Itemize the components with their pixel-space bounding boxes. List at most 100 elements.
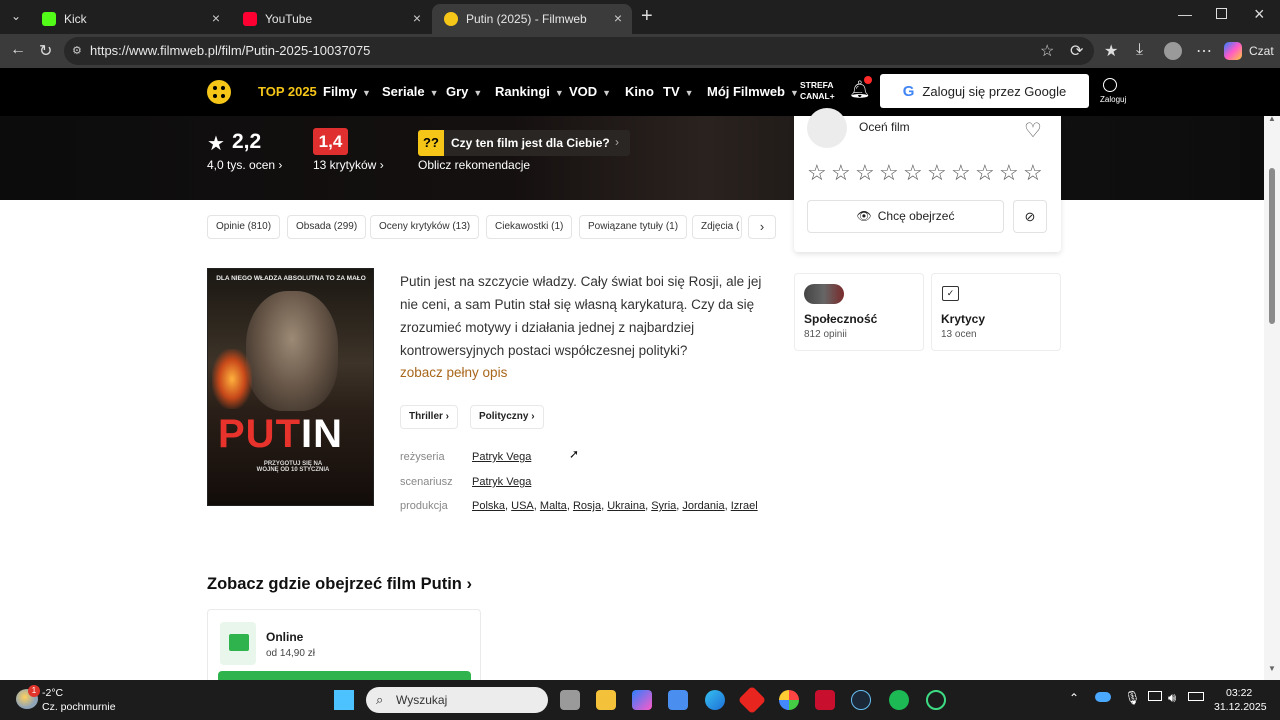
country-link[interactable]: Rosja [573, 500, 601, 512]
copilot-label[interactable]: Czat [1249, 44, 1274, 58]
nav-kino[interactable]: Kino [625, 84, 654, 99]
google-login-button[interactable]: G Zaloguj się przez Google [880, 74, 1089, 108]
onedrive-icon[interactable] [1095, 692, 1111, 702]
rating-star[interactable]: ☆ [807, 160, 827, 186]
app-red-icon[interactable] [737, 685, 767, 715]
app-colorful-icon[interactable] [779, 690, 799, 710]
spotify-icon[interactable] [889, 690, 909, 710]
store-icon[interactable] [668, 690, 688, 710]
rating-star[interactable]: ☆ [927, 160, 947, 186]
nav-moj-filmweb[interactable]: Mój Filmweb ▼ [707, 84, 799, 99]
tab-youtube[interactable]: YouTube × [231, 4, 431, 34]
country-link[interactable]: Malta [540, 500, 567, 512]
reload-icon[interactable]: ↻ [39, 41, 52, 61]
filmweb-logo[interactable] [207, 80, 231, 104]
app-ring-icon[interactable] [926, 690, 946, 710]
chip-oceny-krytykow[interactable]: Oceny krytyków (13) [370, 215, 480, 239]
writer-link[interactable]: Patryk Vega [472, 476, 531, 488]
extensions-icon[interactable]: ⟳ [1070, 41, 1083, 61]
chevron-up-icon[interactable]: ⌃ [1069, 691, 1079, 705]
where-to-watch-heading[interactable]: Zobacz gdzie obejrzeć film Putin › [207, 575, 472, 594]
clock-time[interactable]: 03:22 [1226, 687, 1252, 699]
close-icon[interactable]: × [212, 10, 220, 26]
rating-star[interactable]: ☆ [999, 160, 1019, 186]
scroll-up-icon[interactable]: ▲ [1268, 114, 1276, 123]
nav-vod[interactable]: VOD ▼ [569, 84, 611, 99]
ratings-count-link[interactable]: 4,0 tys. ocen › [207, 158, 282, 172]
country-link[interactable]: Polska [472, 500, 505, 512]
chip-opinie[interactable]: Opinie (810) [207, 215, 281, 239]
nav-seriale[interactable]: Seriale ▼ [382, 84, 439, 99]
taskbar-search[interactable]: ⌕ Wyszukaj [366, 687, 548, 713]
maximize-icon[interactable] [1216, 8, 1227, 19]
tab-filmweb[interactable]: Putin (2025) - Filmweb × [432, 4, 632, 34]
battery-icon[interactable] [1188, 692, 1204, 701]
copilot-app-icon[interactable] [632, 690, 652, 710]
rating-star[interactable]: ☆ [951, 160, 971, 186]
want-to-watch-button[interactable]: 👁︎ Chcę obejrzeć [807, 200, 1004, 233]
nav-tv[interactable]: TV ▼ [663, 84, 694, 99]
rating-star[interactable]: ☆ [831, 160, 851, 186]
start-icon[interactable] [334, 690, 354, 710]
strefa-canal-link[interactable]: STREFA CANAL+ [800, 80, 850, 102]
rating-star[interactable]: ☆ [1023, 160, 1043, 186]
mcafee-icon[interactable] [815, 690, 835, 710]
nav-gry[interactable]: Gry ▼ [446, 84, 482, 99]
new-tab-icon[interactable]: + [641, 5, 653, 28]
file-explorer-icon[interactable] [596, 690, 616, 710]
rating-star[interactable]: ☆ [903, 160, 923, 186]
tab-kick[interactable]: Kick × [30, 4, 230, 34]
community-card[interactable]: Społeczność 812 opinii [794, 273, 924, 351]
director-link[interactable]: Patryk Vega [472, 451, 531, 463]
chip-zdjecia[interactable]: Zdjęcia ( [692, 215, 742, 239]
nav-filmy[interactable]: Filmy ▼ [323, 84, 371, 99]
network-icon[interactable] [1148, 691, 1162, 701]
scroll-thumb[interactable] [1269, 168, 1275, 324]
edge-icon[interactable] [705, 690, 725, 710]
scroll-down-icon[interactable]: ▼ [1268, 664, 1276, 673]
country-link[interactable]: Ukraina [607, 500, 645, 512]
close-icon[interactable]: × [413, 10, 421, 26]
volume-icon[interactable]: 🔊︎ [1168, 690, 1176, 706]
critics-card[interactable]: ✓ Krytycy 13 ocen [931, 273, 1061, 351]
downloads-icon[interactable]: ⤓ [1136, 41, 1143, 59]
see-more-link[interactable]: zobacz pełny opis [400, 365, 507, 380]
rating-star[interactable]: ☆ [975, 160, 995, 186]
movie-poster[interactable]: DLA NIEGO WŁADZA ABSOLUTNA TO ZA MAŁO PU… [207, 268, 374, 506]
steam-icon[interactable] [851, 690, 871, 710]
chips-next-button[interactable]: › [748, 215, 776, 239]
profile-avatar[interactable] [1164, 42, 1182, 60]
clock-date[interactable]: 31.12.2025 [1214, 701, 1267, 713]
favorites-icon[interactable]: ★ [1104, 41, 1118, 61]
nav-rankingi[interactable]: Rankingi ▼ [495, 84, 564, 99]
url-input[interactable]: ⚙ https://www.filmweb.pl/film/Putin-2025… [64, 37, 1094, 65]
country-link[interactable]: USA [511, 500, 534, 512]
rating-star[interactable]: ☆ [879, 160, 899, 186]
user-icon[interactable] [1103, 78, 1117, 92]
nav-top-2025[interactable]: TOP 2025 [258, 84, 317, 99]
close-icon[interactable]: × [614, 10, 622, 26]
country-link[interactable]: Jordania [682, 500, 724, 512]
genre-thriller[interactable]: Thriller › [400, 405, 459, 429]
close-window-icon[interactable]: × [1254, 4, 1265, 25]
recommendation-button[interactable]: ?? Czy ten film jest dla Ciebie? › [418, 130, 630, 156]
page-scrollbar[interactable]: ▲ ▼ [1264, 114, 1280, 680]
genre-polityczny[interactable]: Polityczny › [470, 405, 544, 429]
favorite-icon[interactable]: ☆ [1040, 41, 1054, 61]
back-icon[interactable]: ← [10, 41, 26, 59]
not-interested-button[interactable]: ⊘ [1013, 200, 1047, 233]
critics-count-link[interactable]: 13 krytyków › [313, 158, 384, 172]
chip-ciekawostki[interactable]: Ciekawostki (1) [486, 215, 573, 239]
more-icon[interactable]: ⋯ [1196, 41, 1212, 61]
site-info-icon[interactable]: ⚙ [72, 37, 82, 65]
country-link[interactable]: Syria [651, 500, 676, 512]
rating-star[interactable]: ☆ [855, 160, 875, 186]
heart-icon[interactable]: ♡ [1024, 118, 1042, 143]
task-view-icon[interactable] [560, 690, 580, 710]
microphone-icon[interactable]: 🎙︎ [1124, 690, 1141, 706]
recommend-sub[interactable]: Oblicz rekomendacje [418, 158, 530, 172]
country-link[interactable]: Izrael [731, 500, 758, 512]
tab-list-chevron-icon[interactable]: ⌄ [11, 9, 21, 23]
login-label[interactable]: Zaloguj [1100, 95, 1126, 104]
chip-obsada[interactable]: Obsada (299) [287, 215, 367, 239]
